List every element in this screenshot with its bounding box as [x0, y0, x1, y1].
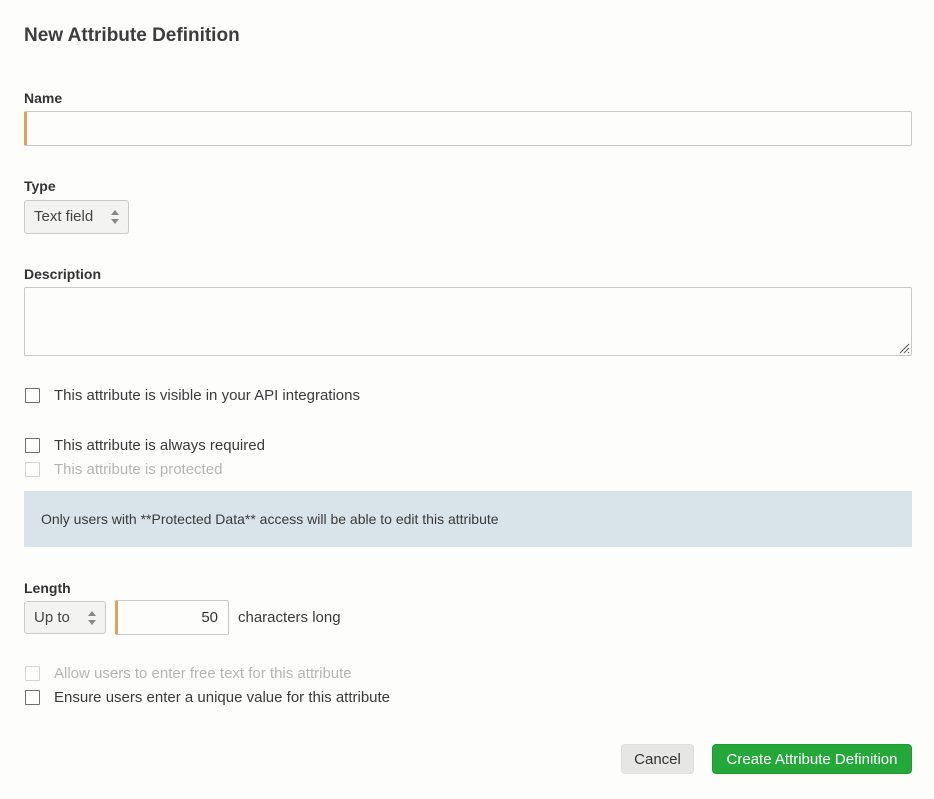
description-wrapper — [24, 287, 912, 356]
api-visible-checkbox[interactable] — [25, 388, 40, 403]
dialog-title: New Attribute Definition — [24, 25, 240, 46]
protected-label: This attribute is protected — [54, 461, 223, 478]
description-textarea[interactable] — [24, 287, 912, 356]
create-attribute-definition-button[interactable]: Create Attribute Definition — [712, 744, 912, 774]
type-label: Type — [24, 178, 56, 194]
description-label: Description — [24, 266, 102, 282]
type-select[interactable]: Text field — [24, 200, 129, 234]
cancel-button[interactable]: Cancel — [621, 744, 694, 774]
protected-checkbox — [25, 462, 40, 477]
length-mode-value: Up to — [34, 609, 70, 626]
length-suffix: characters long — [238, 609, 341, 626]
unique-value-checkbox[interactable] — [25, 690, 40, 705]
free-text-label: Allow users to enter free text for this … — [54, 665, 352, 682]
resize-handle-icon[interactable] — [898, 342, 910, 354]
protected-notice: Only users with **Protected Data** acces… — [24, 491, 912, 547]
select-arrows-icon — [111, 210, 120, 224]
free-text-checkbox — [25, 666, 40, 681]
length-mode-select[interactable]: Up to — [24, 601, 106, 634]
select-arrows-icon — [88, 611, 97, 625]
always-required-label: This attribute is always required — [54, 437, 265, 454]
length-value-input[interactable] — [115, 600, 229, 635]
unique-value-label: Ensure users enter a unique value for th… — [54, 689, 391, 706]
name-label: Name — [24, 90, 63, 106]
length-label: Length — [24, 580, 71, 596]
api-visible-label: This attribute is visible in your API in… — [54, 387, 360, 404]
always-required-checkbox[interactable] — [25, 438, 40, 453]
name-input[interactable] — [24, 111, 912, 146]
type-select-value: Text field — [34, 208, 94, 225]
